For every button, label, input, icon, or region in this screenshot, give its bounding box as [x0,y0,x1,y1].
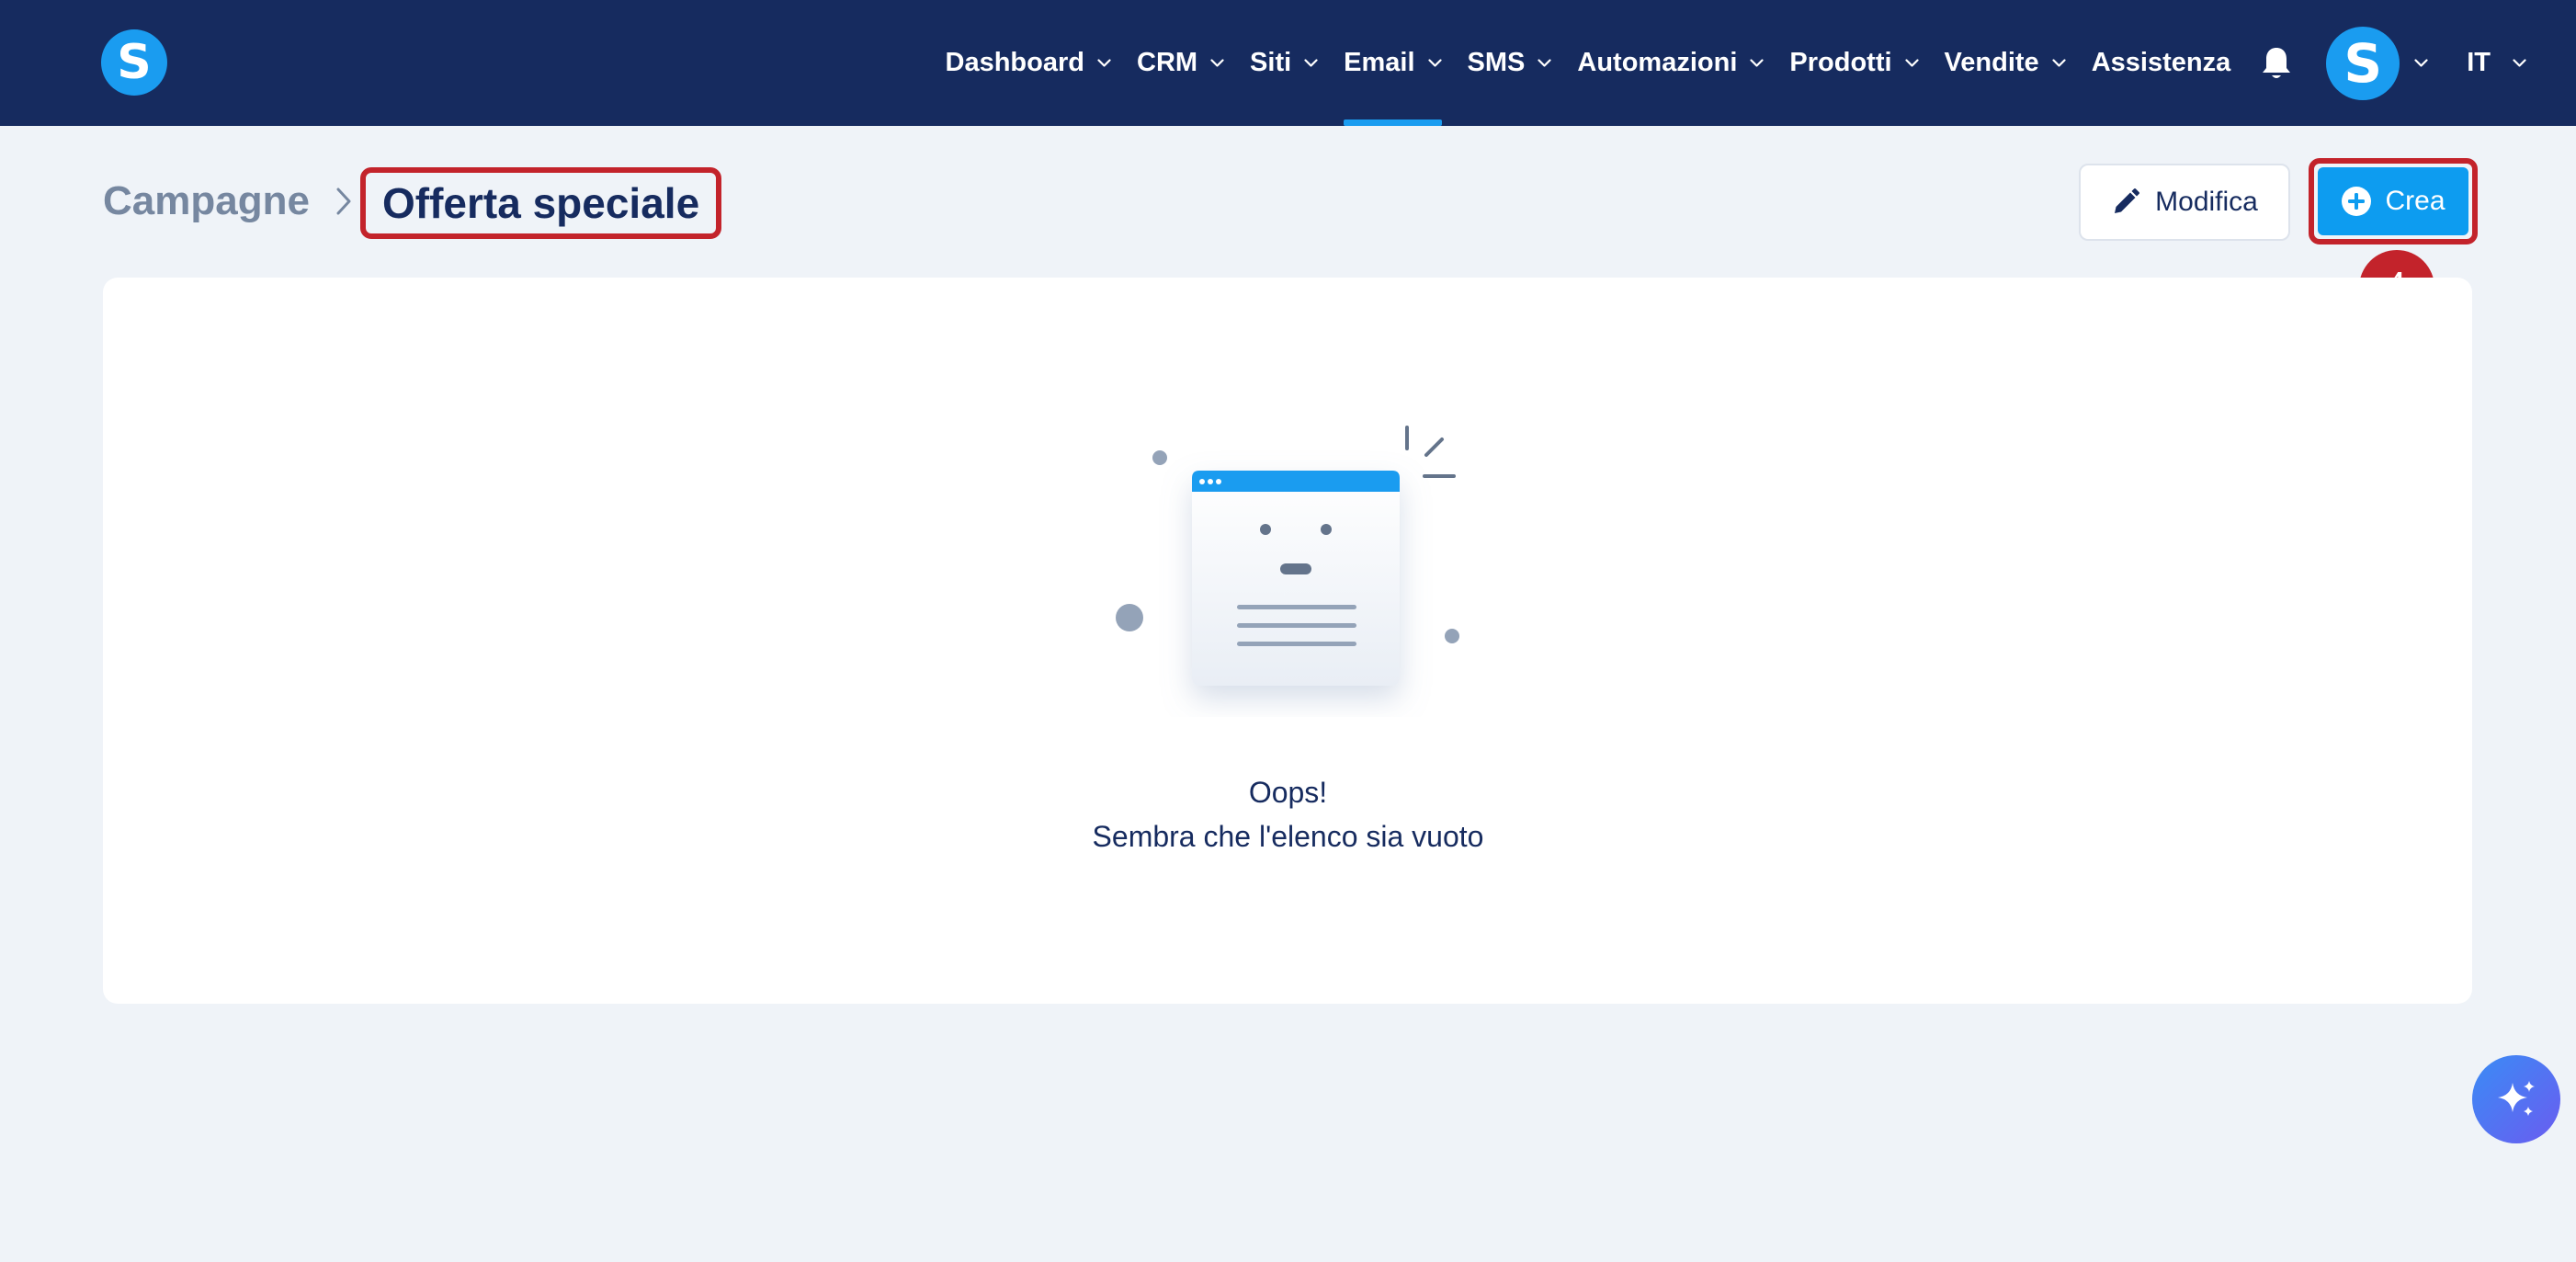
nav-item-dashboard[interactable]: Dashboard [946,0,1111,126]
chevron-down-icon [1904,59,1919,67]
nav-item-label: Automazioni [1577,48,1738,77]
nav-item-label: Vendite [1944,48,2039,77]
chevron-down-icon [1427,59,1442,67]
chevron-down-icon [1210,59,1224,67]
nav-item-email[interactable]: Email [1344,0,1442,126]
nav-item-siti[interactable]: Siti [1250,0,1318,126]
nav-item-automazioni[interactable]: Automazioni [1577,0,1764,126]
nav-item-crm[interactable]: CRM [1137,0,1224,126]
chevron-down-icon[interactable] [2414,59,2428,67]
page-title-text: Offerta speciale [382,179,700,227]
nav-item-assistenza[interactable]: Assistenza [2092,0,2231,126]
chevron-down-icon[interactable] [2513,59,2526,67]
chevron-down-icon [1750,59,1764,67]
page-title: Offerta speciale [360,167,722,239]
create-button-highlight: Crea [2309,158,2478,244]
empty-state-title: Oops! [1248,776,1328,809]
chevron-down-icon [1097,59,1111,67]
bell-icon[interactable] [2260,45,2293,82]
nav-item-vendite[interactable]: Vendite [1945,0,2066,126]
chevron-right-icon [336,188,351,215]
edit-button-label: Modifica [2155,187,2258,217]
language-selector[interactable]: IT [2467,48,2491,78]
nav-item-label: Dashboard [945,48,1084,77]
empty-state-message: Sembra che l'elenco sia vuoto [1092,820,1484,853]
nav-item-label: Email [1344,48,1415,77]
nav-item-label: Siti [1250,48,1292,77]
user-avatar[interactable]: S [2326,26,2400,100]
pencil-icon [2115,188,2140,213]
ai-assistant-button[interactable] [2472,1055,2560,1143]
nav-item-label: CRM [1137,48,1198,77]
nav-item-label: Prodotti [1789,48,1892,77]
edit-button[interactable]: Modifica [2079,164,2290,241]
brand-logo[interactable]: S [101,29,167,96]
empty-list-illustration [1116,426,1459,686]
nav-item-sms[interactable]: SMS [1468,0,1552,126]
create-button[interactable]: Crea [2318,167,2468,235]
chevron-down-icon [1304,59,1318,67]
top-navigation-bar: S Dashboard CRM Siti Email SMS Automazio… [0,0,2576,126]
nav-item-prodotti[interactable]: Prodotti [1789,0,1919,126]
nav-item-label: Assistenza [2091,48,2231,77]
plus-circle-icon [2342,187,2372,216]
chevron-down-icon [1538,59,1551,67]
create-button-label: Crea [2385,186,2445,216]
breadcrumb-parent-link[interactable]: Campagne [103,178,310,224]
sparkle-icon [2498,1081,2535,1116]
chevron-down-icon [2052,59,2066,67]
main-nav: Dashboard CRM Siti Email SMS Automazioni… [946,0,2576,126]
nav-item-label: SMS [1467,48,1526,77]
